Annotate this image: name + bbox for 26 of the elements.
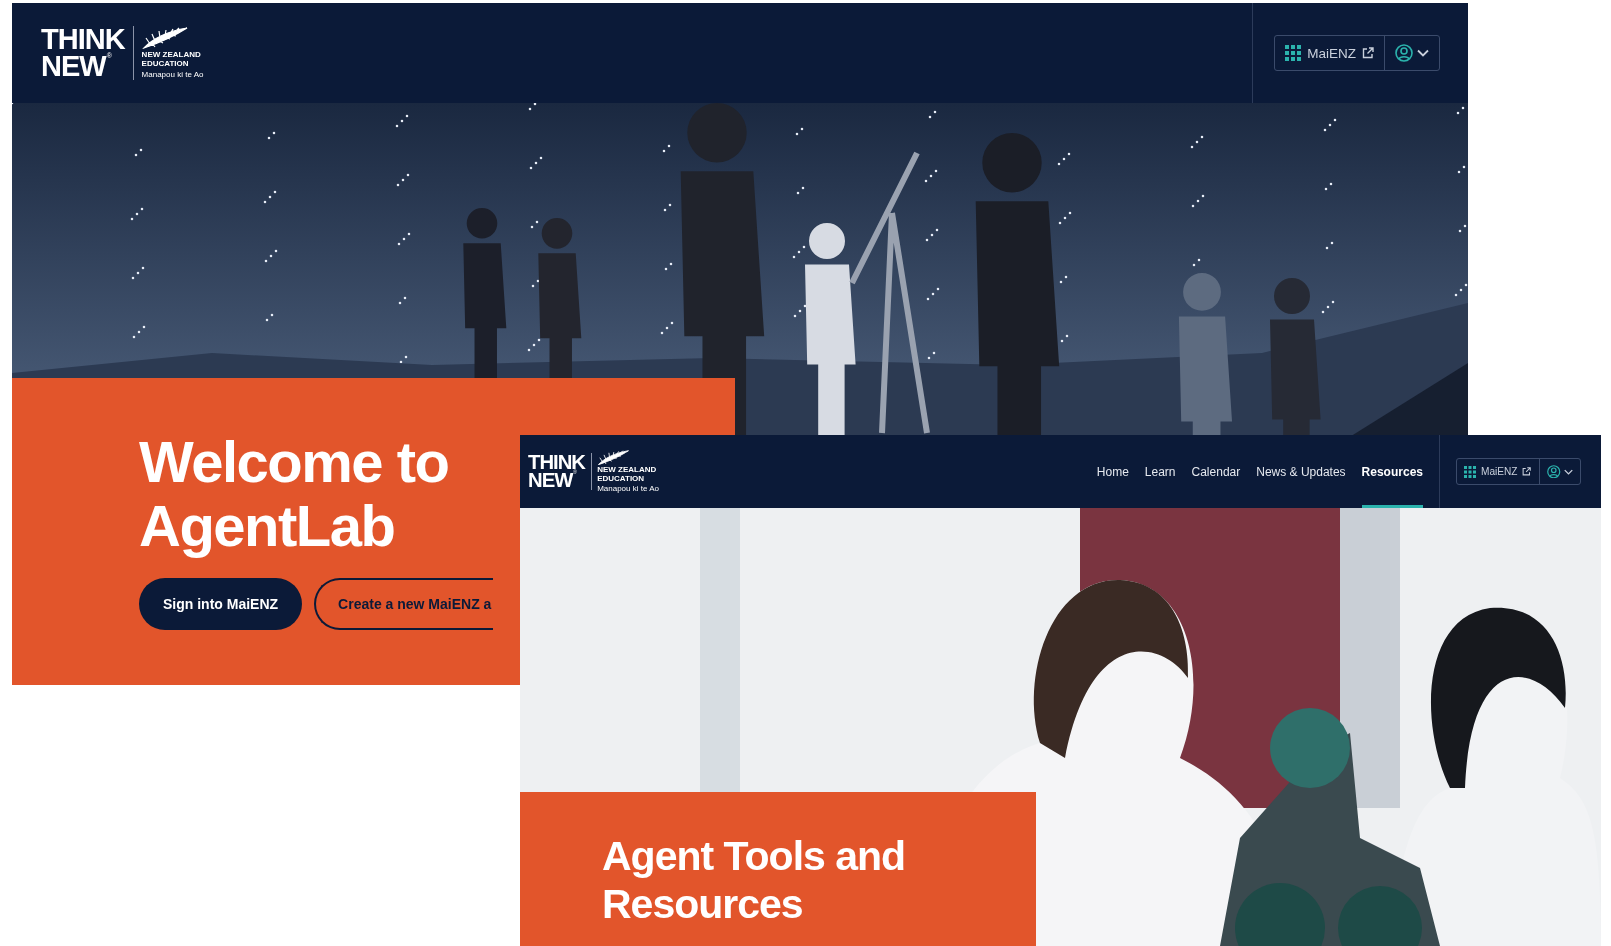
logo-wordmark: THINK	[41, 26, 125, 53]
user-icon	[1395, 44, 1413, 62]
nav-link[interactable]: News & Updates	[1256, 435, 1346, 508]
logo-wordmark: NEW	[528, 471, 573, 491]
nav-link[interactable]: Calendar	[1191, 435, 1241, 508]
page-heading: Welcome to AgentLab	[139, 430, 450, 558]
fern-icon	[141, 27, 188, 50]
user-icon	[1547, 464, 1561, 479]
external-link-icon	[1522, 467, 1531, 476]
grid-icon	[1285, 45, 1302, 61]
logo-tagline: Manapou ki te Ao	[141, 69, 204, 79]
logo-wordmark: NEW	[41, 53, 106, 80]
chevron-down-icon	[1417, 49, 1429, 57]
page-heading: Agent Tools and Resources	[602, 832, 907, 928]
organisation-name: NEW ZEALAND EDUCATION	[141, 51, 202, 68]
nav-link[interactable]: Learn	[1144, 435, 1176, 508]
external-link-icon	[1362, 47, 1374, 59]
sign-in-button[interactable]: Sign into MaiENZ	[139, 578, 303, 630]
nav-link[interactable]: Home	[1096, 435, 1129, 508]
chevron-down-icon	[1563, 468, 1573, 475]
organisation-name: NEW ZEALAND EDUCATION	[597, 466, 658, 484]
logo-wordmark: THINK	[528, 452, 585, 472]
logo-tagline: Manapou ki te Ao	[597, 484, 660, 494]
create-account-button[interactable]: Create a new MaiENZ a	[314, 578, 494, 630]
grid-icon	[1464, 465, 1477, 478]
fern-icon	[597, 449, 630, 465]
